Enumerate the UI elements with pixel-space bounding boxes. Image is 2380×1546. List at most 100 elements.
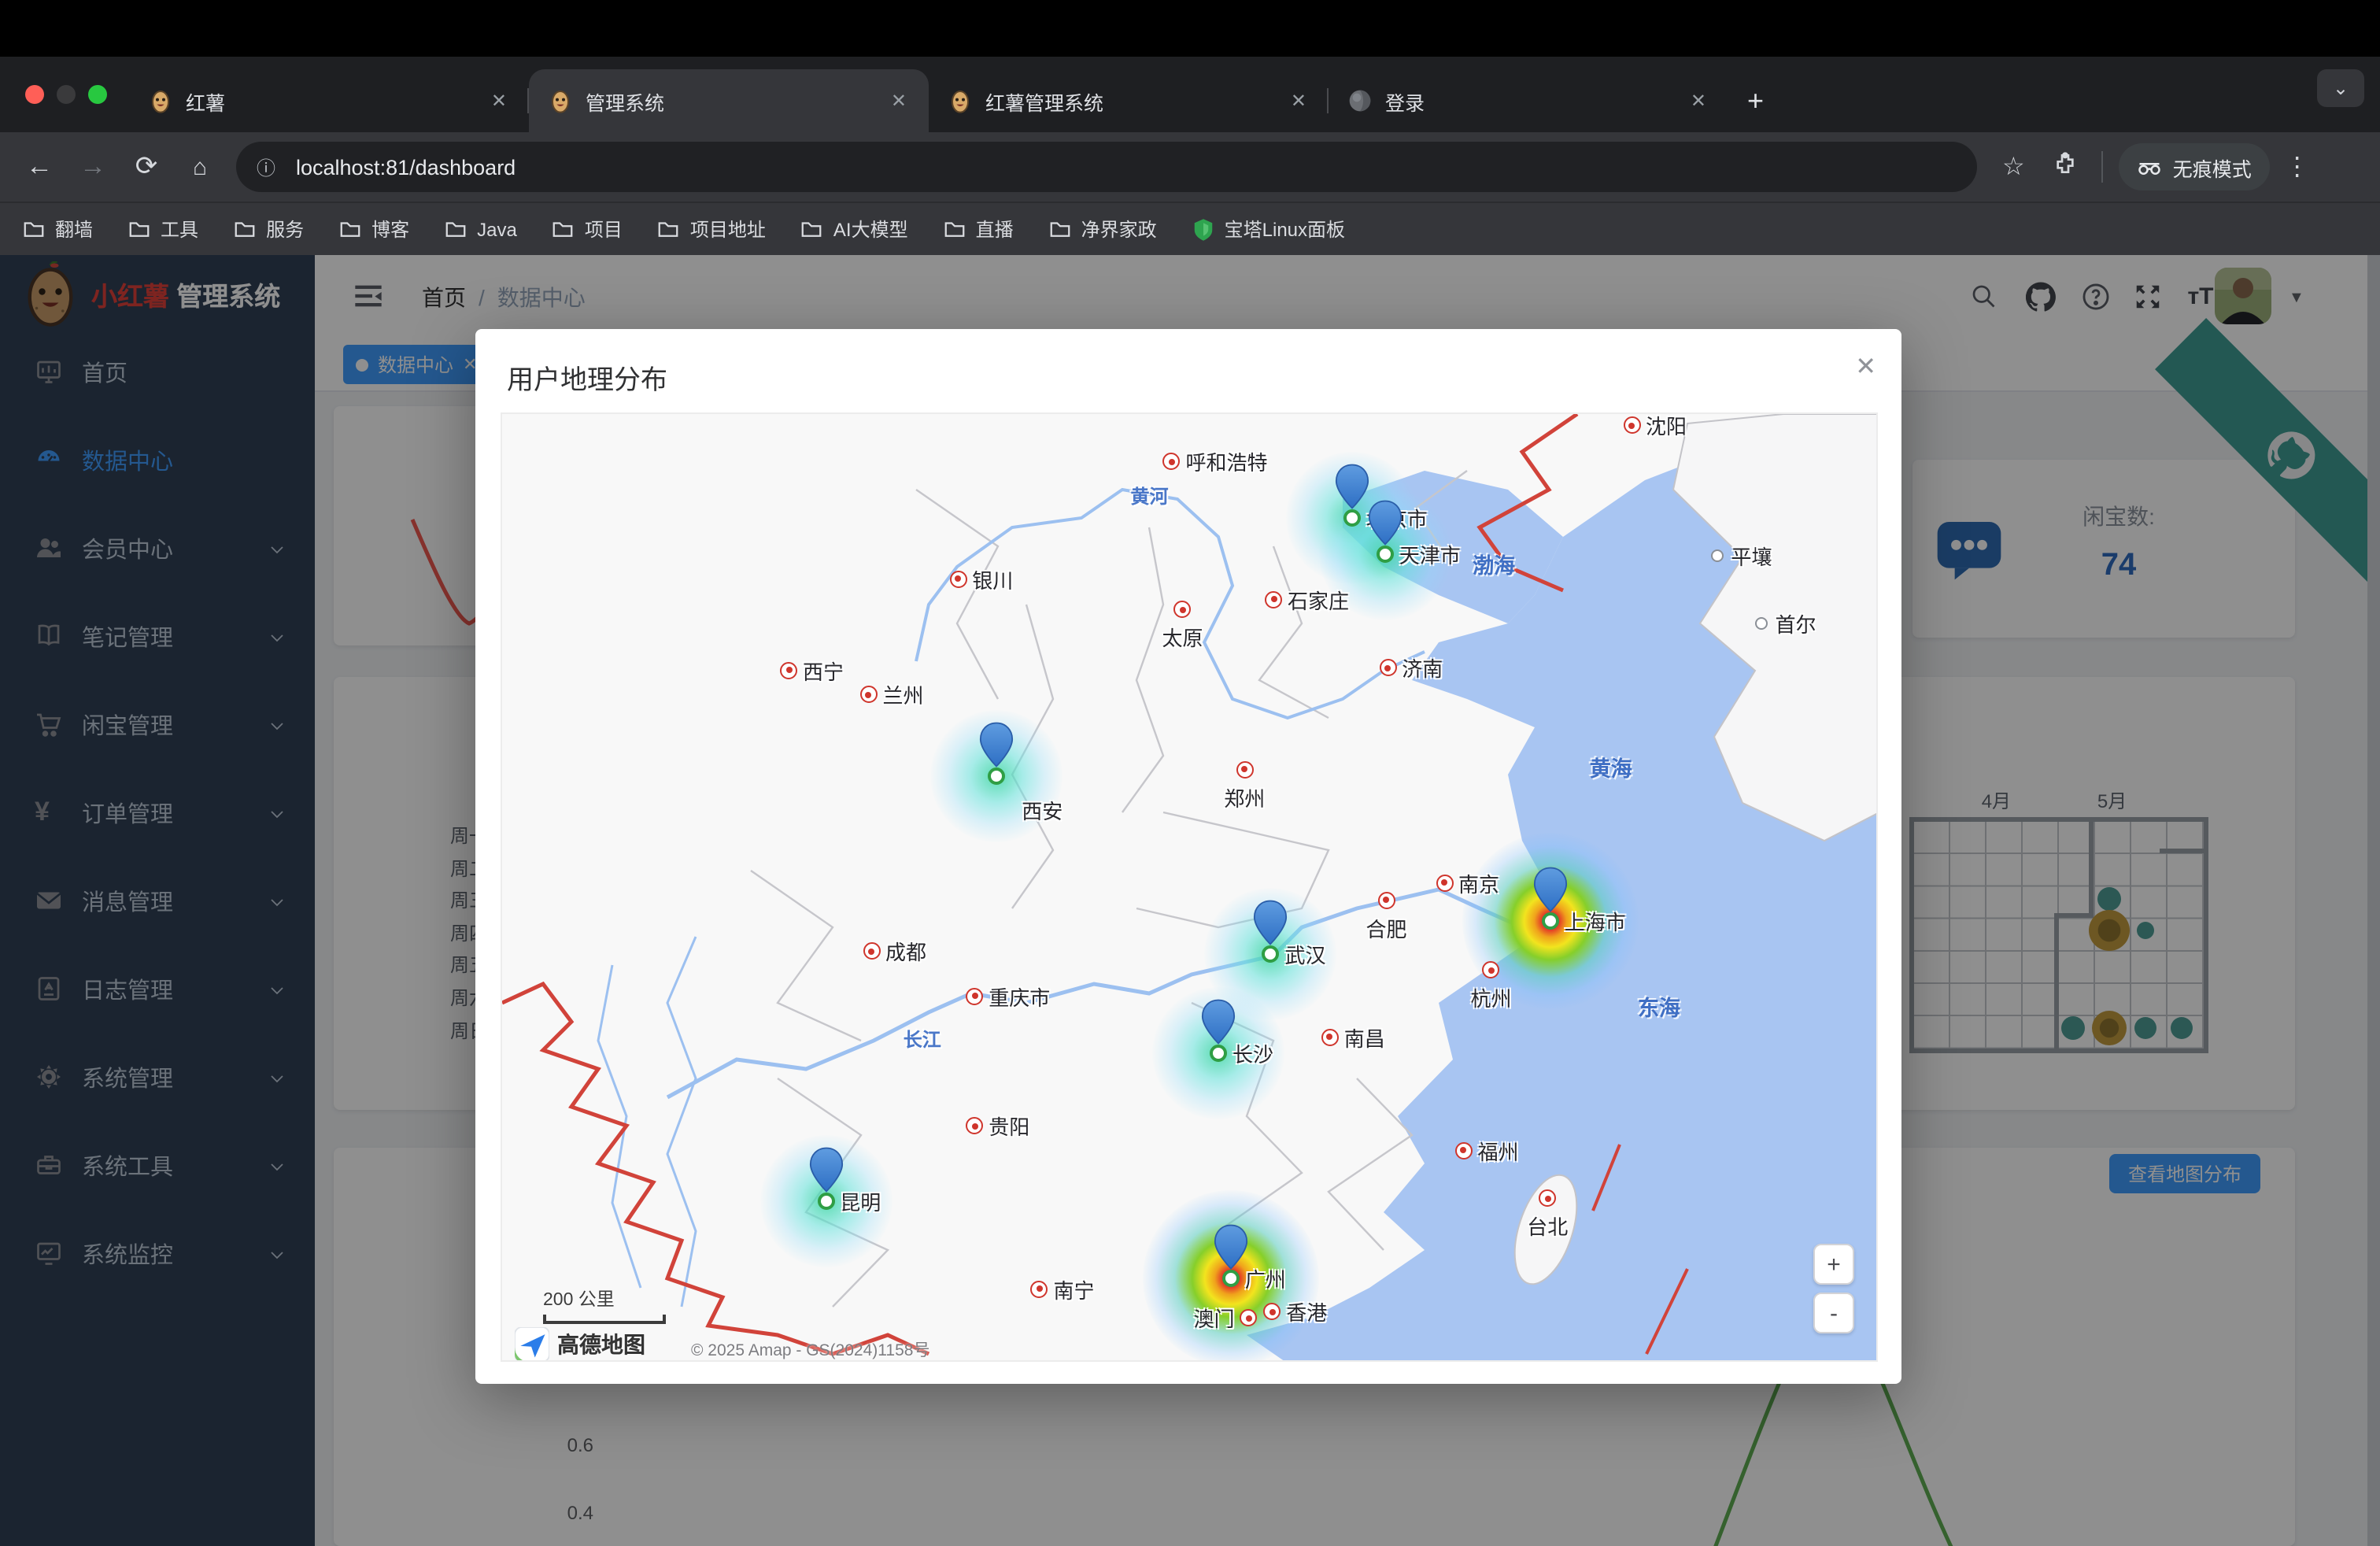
city-label: 郑州	[1224, 782, 1265, 812]
browser-menu-icon[interactable]: ⋮	[2285, 151, 2310, 183]
city-label: 武汉	[1285, 938, 1326, 968]
amap-logo-icon	[515, 1327, 549, 1362]
city-label: 西安	[1022, 796, 1062, 826]
window-top-bar	[0, 0, 2380, 57]
map-pin-icon	[1335, 464, 1369, 519]
shield-icon	[1192, 216, 1215, 242]
folder-icon	[128, 217, 151, 241]
folder-icon	[552, 217, 575, 241]
map-zoom-in-button[interactable]: +	[1813, 1244, 1854, 1285]
minimize-window-button[interactable]	[57, 85, 76, 104]
city-dot-icon	[1240, 1309, 1258, 1326]
bookmark-label: 翻墙	[55, 216, 93, 242]
city-dot-icon	[1163, 453, 1181, 470]
city-dot-icon	[949, 571, 966, 588]
address-bar[interactable]: ⓘ localhost:81/dashboard	[236, 142, 1977, 192]
folder-icon	[233, 217, 257, 241]
incognito-label: 无痕模式	[2173, 152, 2252, 182]
bookmark-label: 项目地址	[690, 216, 766, 242]
close-window-button[interactable]	[25, 85, 44, 104]
map-pin-icon	[1254, 898, 1288, 953]
city-label: 杭州	[1470, 983, 1511, 1013]
reload-button[interactable]: ⟳	[120, 151, 173, 183]
bookmark-净界家政[interactable]: 净界家政	[1048, 216, 1157, 242]
maximize-window-button[interactable]	[88, 85, 107, 104]
bookmark-label: 工具	[161, 216, 198, 242]
city-label: 贵阳	[989, 1111, 1029, 1141]
city-label: 昆明	[840, 1186, 881, 1216]
bookmark-直播[interactable]: 直播	[943, 216, 1014, 242]
modal-title: 用户地理分布	[507, 357, 667, 397]
bookmark-label: Java	[477, 218, 517, 240]
city-dot-icon	[863, 943, 880, 960]
tab-search-chevron-icon[interactable]: ⌄	[2317, 69, 2364, 107]
sea-label-黄海: 黄海	[1590, 752, 1632, 783]
home-button[interactable]: ⌂	[173, 153, 227, 180]
city-label: 沈阳	[1646, 412, 1687, 440]
city-dot-icon	[966, 1118, 983, 1135]
browser-tab-红薯[interactable]: 红薯✕	[129, 69, 529, 132]
potato-favicon-icon	[548, 88, 573, 113]
sea-label-渤海: 渤海	[1473, 549, 1515, 580]
bookmark-star-icon[interactable]: ☆	[2002, 151, 2025, 183]
new-tab-button[interactable]: +	[1728, 69, 1783, 132]
bookmark-工具[interactable]: 工具	[128, 216, 198, 242]
browser-tab-管理系统[interactable]: 管理系统✕	[529, 69, 929, 132]
folder-icon	[338, 217, 362, 241]
page-content: 小红薯 管理系统 首页数据中心会员中心笔记管理闲宝管理¥订单管理消息管理日志管理…	[0, 255, 2380, 1546]
bookmark-宝塔Linux面板[interactable]: 宝塔Linux面板	[1192, 216, 1345, 242]
site-info-icon[interactable]: ⓘ	[246, 146, 286, 187]
bookmark-项目[interactable]: 项目	[552, 216, 623, 242]
amap-logo[interactable]: 高德地图	[515, 1327, 645, 1362]
city-label: 呼和浩特	[1186, 446, 1268, 476]
map-pin-icon	[1368, 499, 1402, 554]
bookmark-label: 净界家政	[1081, 216, 1157, 242]
city-label: 太原	[1162, 622, 1203, 652]
bookmark-翻墙[interactable]: 翻墙	[22, 216, 93, 242]
incognito-glasses-icon	[2138, 157, 2162, 176]
tab-close-icon[interactable]: ✕	[485, 90, 513, 112]
city-label: 石家庄	[1288, 584, 1349, 614]
folder-icon	[800, 217, 824, 241]
geo-distribution-modal: 用户地理分布 ✕	[475, 329, 1901, 1384]
city-label: 首尔	[1776, 609, 1816, 639]
city-dot-icon	[1623, 416, 1640, 434]
bookmark-项目地址[interactable]: 项目地址	[657, 216, 766, 242]
forward-button[interactable]: →	[66, 151, 120, 183]
amap-canvas[interactable]: 黄河长江渤海黄海东海呼和浩特沈阳北京市天津市平壤首尔银川石家庄太原西宁兰州济南郑…	[501, 412, 1878, 1362]
city-label: 澳门	[1193, 1303, 1234, 1333]
potato-favicon-icon	[148, 88, 173, 113]
bookmark-label: 项目	[585, 216, 623, 242]
folder-icon	[22, 217, 46, 241]
browser-tab-红薯管理系统[interactable]: 红薯管理系统 ✕	[929, 69, 1329, 132]
city-dot-icon	[966, 987, 983, 1004]
browser-tab-登录[interactable]: 登录✕	[1329, 69, 1728, 132]
extensions-icon[interactable]	[2053, 151, 2079, 183]
toolbar-divider	[2102, 151, 2104, 183]
map-zoom-out-button[interactable]: -	[1813, 1293, 1854, 1333]
folder-icon	[444, 217, 468, 241]
city-dot-icon	[1377, 891, 1395, 908]
tab-title: 红薯管理系统	[985, 86, 1272, 116]
modal-close-icon[interactable]: ✕	[1855, 351, 1876, 383]
bookmarks-bar: 翻墙 工具 服务 博客 Java 项目 项目地址 AI大模型 直播 净界家政 宝塔Linux面板	[0, 202, 2380, 255]
tab-close-icon[interactable]: ✕	[885, 90, 913, 112]
city-label: 南宁	[1054, 1274, 1095, 1304]
bookmark-AI大模型[interactable]: AI大模型	[800, 216, 908, 242]
city-label: 台北	[1527, 1211, 1568, 1241]
map-pin-icon	[1214, 1222, 1248, 1278]
tab-close-icon[interactable]: ✕	[1284, 90, 1313, 112]
city-label: 广州	[1245, 1263, 1286, 1293]
map-scale-bar	[543, 1315, 666, 1324]
bookmark-label: 服务	[266, 216, 304, 242]
incognito-badge: 无痕模式	[2119, 143, 2271, 190]
url-text: localhost:81/dashboard	[296, 155, 516, 179]
bookmark-博客[interactable]: 博客	[338, 216, 409, 242]
potato-favicon-icon	[948, 88, 973, 113]
river-label-黄河: 黄河	[1130, 483, 1168, 510]
bookmark-服务[interactable]: 服务	[233, 216, 304, 242]
city-label: 西宁	[803, 656, 844, 686]
bookmark-Java[interactable]: Java	[444, 217, 517, 241]
tab-close-icon[interactable]: ✕	[1684, 90, 1713, 112]
back-button[interactable]: ←	[13, 151, 66, 183]
